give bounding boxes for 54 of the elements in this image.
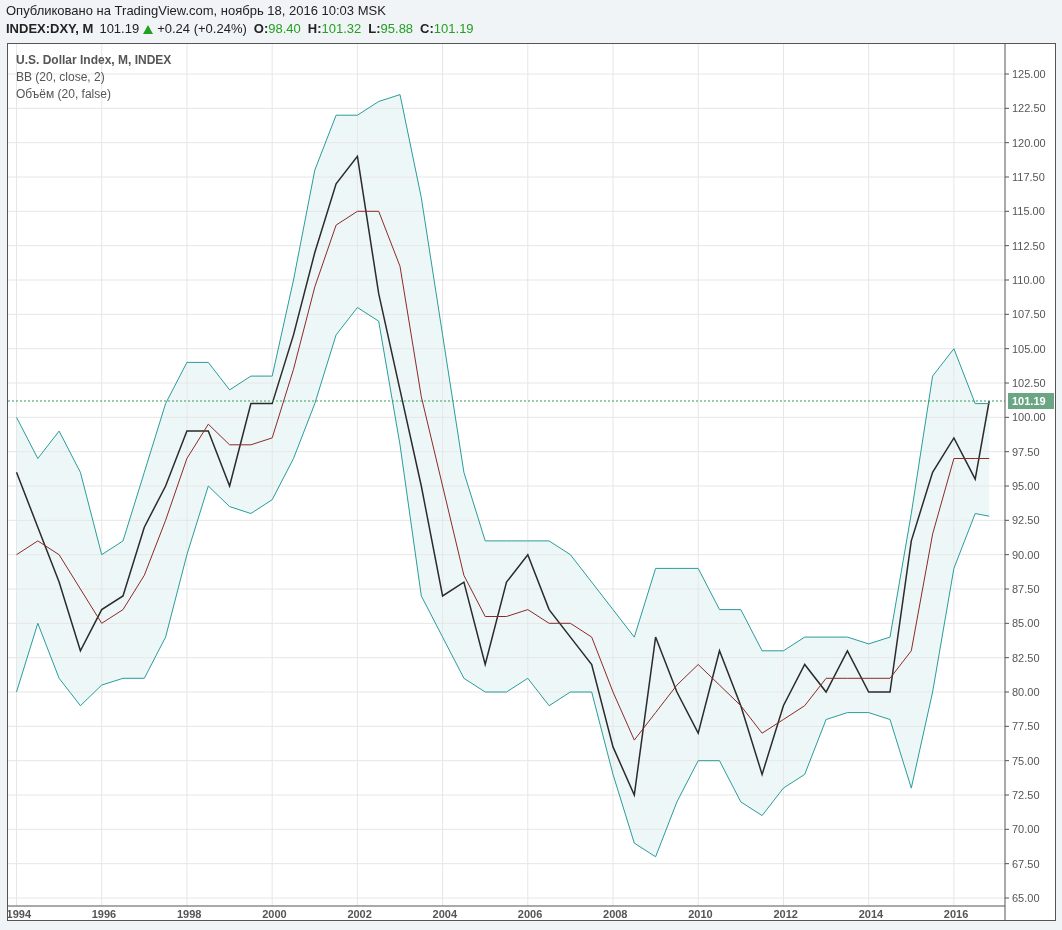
legend-item: Объём (20, false) <box>16 86 112 103</box>
price-axis-label: 100.00 <box>1012 411 1046 424</box>
ohlc-key: H: <box>307 20 322 38</box>
published-caption: Опубликовано на TradingView.com, ноябрь 18, 2016 10:03 MSK <box>6 2 387 20</box>
price-axis-label: 115.00 <box>1012 205 1045 218</box>
price-axis-label: 85.00 <box>1012 617 1040 630</box>
price-change: +0.24 (+0.24%) <box>157 20 247 38</box>
ohlc-value: 101.32 <box>321 20 362 38</box>
ohlc-key: O: <box>253 20 269 38</box>
ohlc-value: 95.88 <box>380 20 414 38</box>
price-axis-label: 70.00 <box>1012 823 1040 836</box>
time-axis-label: 2002 <box>347 908 372 920</box>
price-axis-label: 82.50 <box>1012 651 1040 664</box>
price-axis-label: 102.50 <box>1012 377 1046 389</box>
price-axis-label: 72.50 <box>1012 789 1040 801</box>
price-axis-label: 107.50 <box>1012 308 1046 321</box>
ohlc-key: C: <box>420 20 434 38</box>
ohlc-key: L: <box>368 20 381 38</box>
price-axis-label: 97.50 <box>1012 445 1040 458</box>
price-axis-label: 105.00 <box>1012 342 1046 355</box>
price-axis-label: 122.50 <box>1012 102 1046 115</box>
price-axis-label: 110.00 <box>1012 274 1045 286</box>
price-axis-label: 120.00 <box>1012 136 1046 149</box>
time-axis-label: 2010 <box>688 908 713 920</box>
time-axis-label: 2008 <box>603 908 628 920</box>
time-axis-label: 2016 <box>943 908 969 920</box>
ref-line-label: 101.19 <box>1012 394 1046 407</box>
price-axis-label: 67.50 <box>1012 857 1040 870</box>
time-axis-label: 2000 <box>262 908 287 920</box>
price-axis-label: 80.00 <box>1012 686 1040 698</box>
time-axis-label: 1996 <box>91 908 117 920</box>
price-axis-label: 92.50 <box>1012 514 1040 527</box>
time-axis-label: 2014 <box>858 908 884 920</box>
legend-item: BB (20, close, 2) <box>16 69 106 86</box>
time-axis-label: 1998 <box>176 908 202 920</box>
price-axis-label: 75.00 <box>1012 754 1040 767</box>
price-axis-label: 95.00 <box>1012 480 1040 492</box>
symbol-label: INDEX:DXY, M <box>6 20 94 38</box>
last-price-label: 101.19 <box>1008 393 1054 409</box>
price-axis-label: 125.00 <box>1012 68 1046 80</box>
price-axis-label: 77.50 <box>1012 720 1040 733</box>
time-axis-label: 2004 <box>432 908 458 920</box>
ohlc-value: 101.19 <box>433 20 474 38</box>
last-price: 101.19 <box>99 20 140 38</box>
ohlc-value: 98.40 <box>268 20 301 38</box>
time-axis-label: 2006 <box>517 908 543 920</box>
price-axis-label: 117.50 <box>1012 171 1045 183</box>
price-axis-label: 112.50 <box>1012 239 1045 252</box>
price-axis-label: 65.00 <box>1012 892 1040 904</box>
price-axis-label: 87.50 <box>1012 583 1040 595</box>
time-axis-label: 2012 <box>773 908 798 920</box>
price-axis-label: 90.00 <box>1012 548 1040 561</box>
legend-item: U.S. Dollar Index, M, INDEX <box>16 52 172 69</box>
time-axis-label: 1994 <box>8 908 31 920</box>
